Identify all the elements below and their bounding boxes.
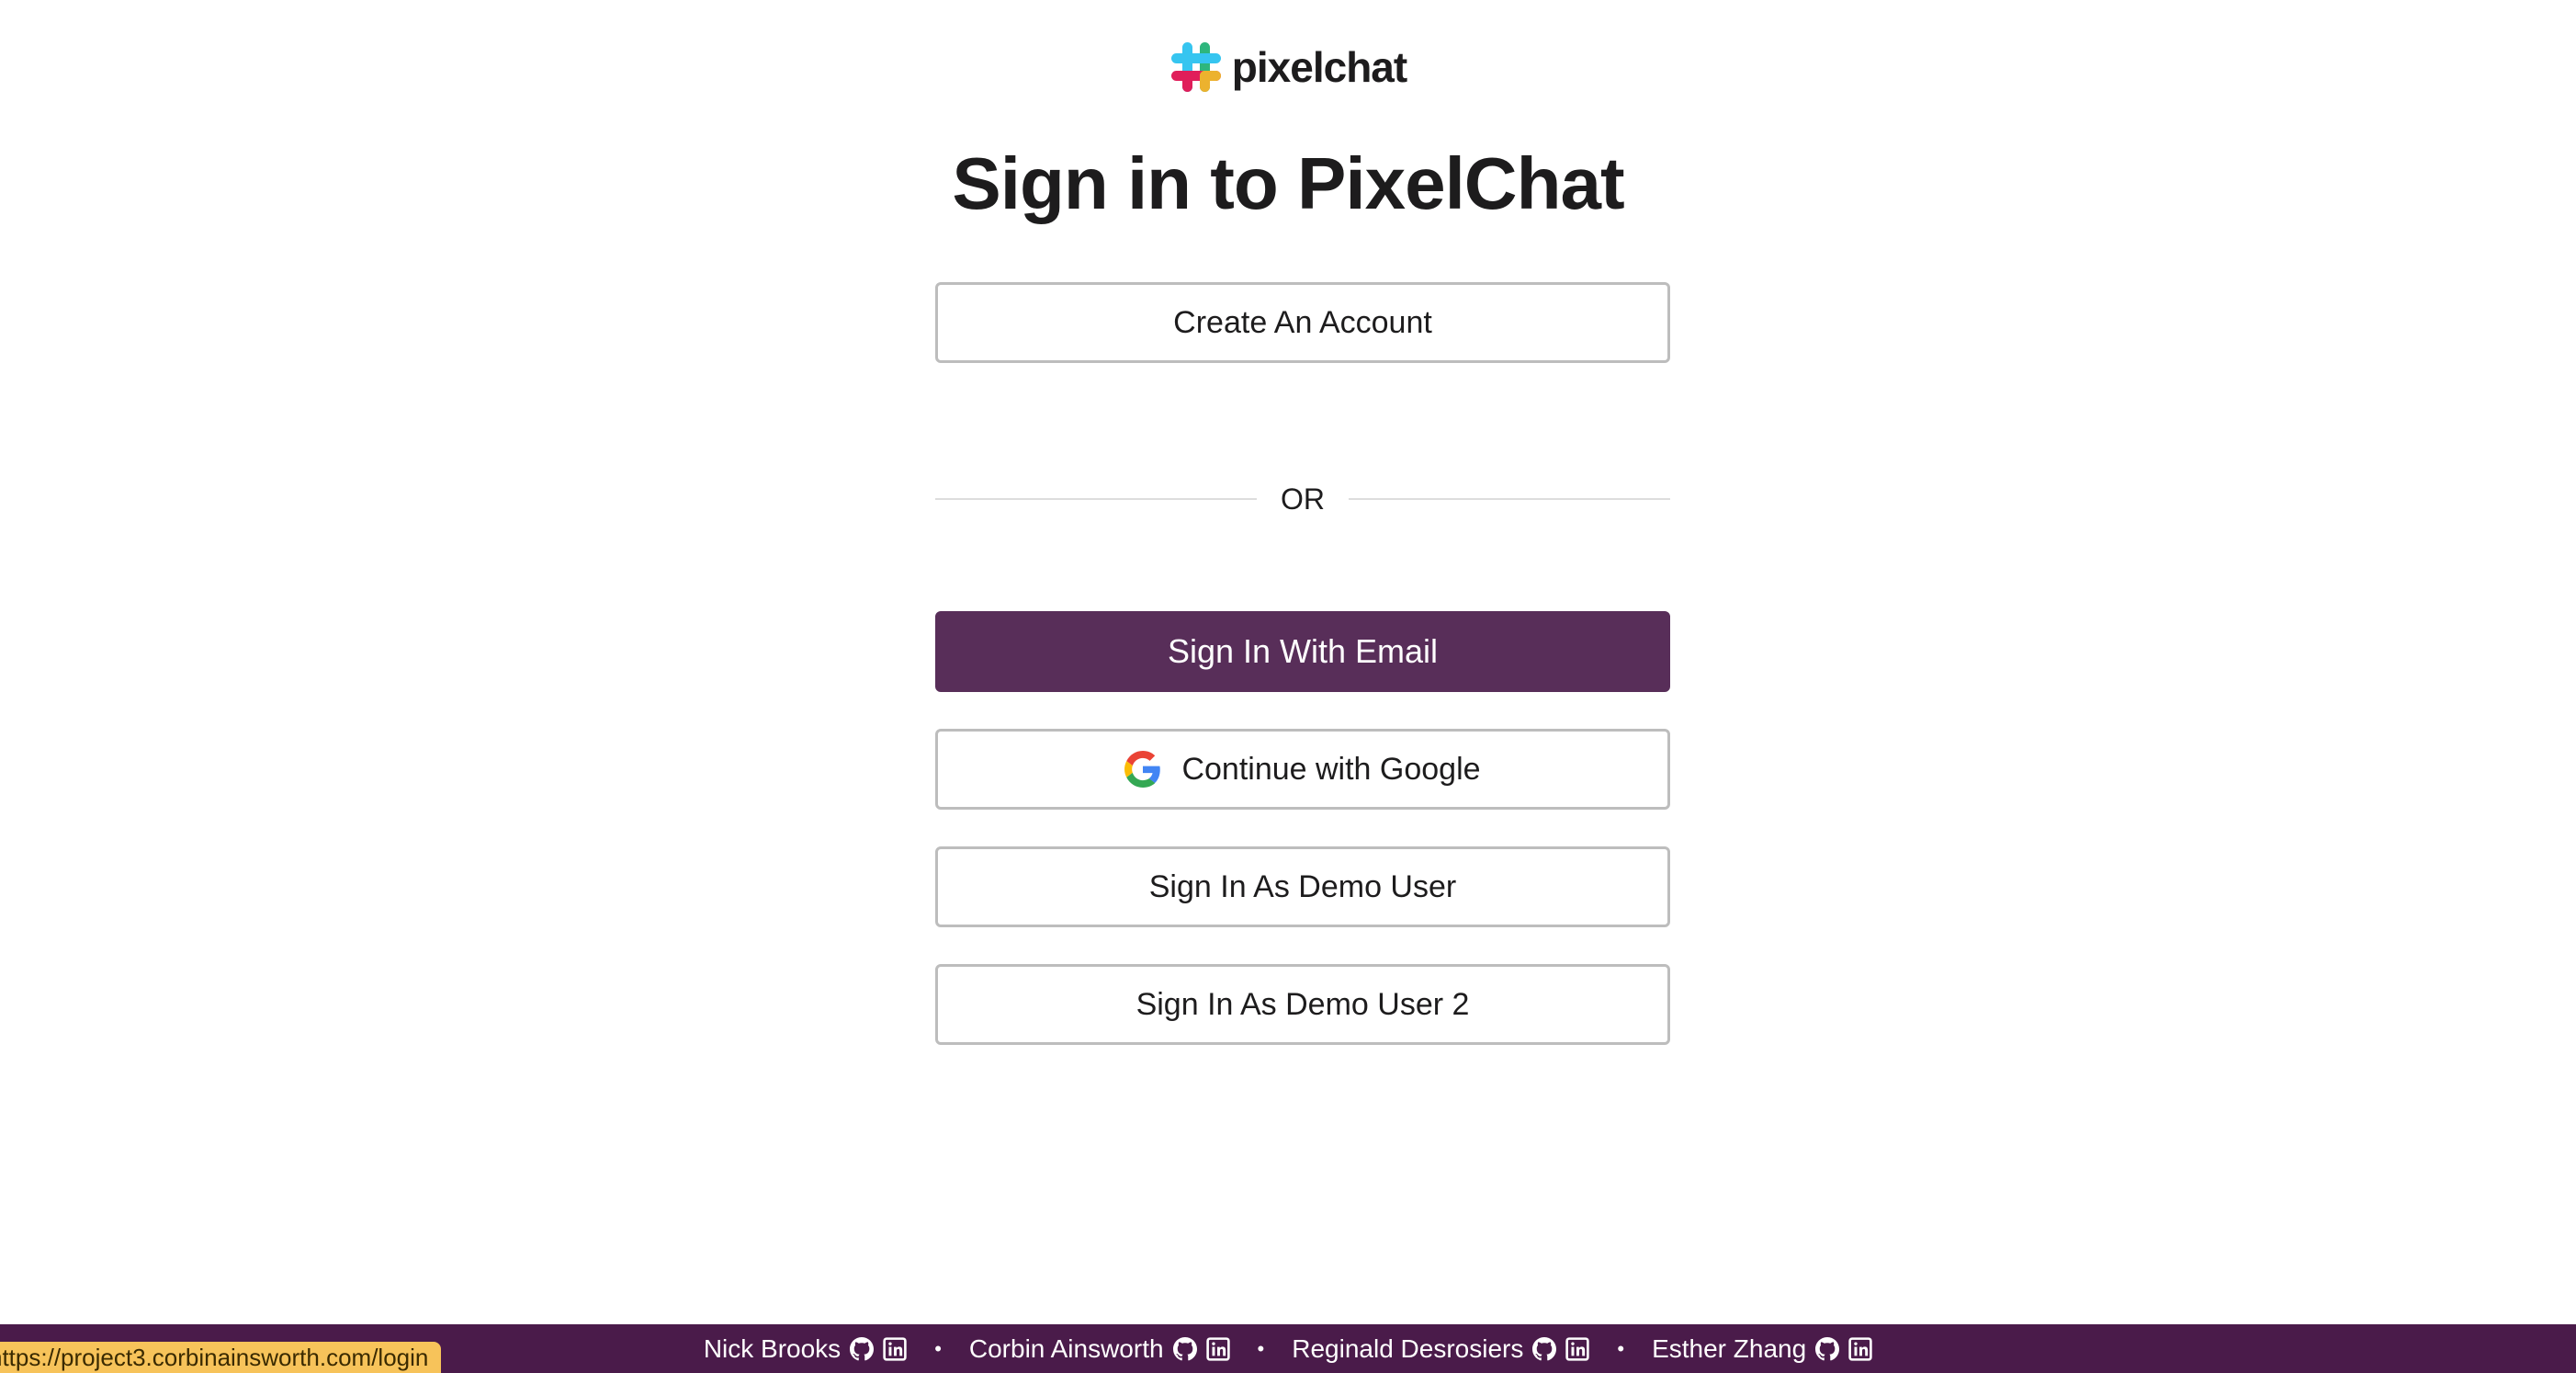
status-bar-url: https://project3.corbinainsworth.com/log… [0, 1342, 442, 1373]
footer-separator: • [1617, 1336, 1625, 1360]
create-account-label: Create An Account [1173, 304, 1432, 340]
sign-in-email-label: Sign In With Email [1167, 632, 1439, 670]
credit-name: Nick Brooks [703, 1333, 842, 1363]
credit-reginald-desrosiers: Reginald Desrosiers [1292, 1333, 1590, 1364]
demo-user-2-label: Sign In As Demo User 2 [1135, 986, 1470, 1022]
divider-text: OR [1281, 482, 1325, 516]
status-url-text: https://project3.corbinainsworth.com/log… [0, 1343, 429, 1371]
sign-in-email-button[interactable]: Sign In With Email [935, 611, 1670, 692]
footer-separator: • [1257, 1336, 1265, 1360]
github-icon[interactable] [1532, 1336, 1557, 1361]
or-divider: OR [935, 474, 1670, 524]
linkedin-icon[interactable] [1565, 1336, 1590, 1361]
credit-name: Corbin Ainsworth [968, 1333, 1164, 1363]
credit-esther-zhang: Esther Zhang [1652, 1334, 1872, 1364]
brand-name: pixelchat [1231, 43, 1407, 91]
footer-separator: • [934, 1336, 942, 1360]
login-page: pixelchat Sign in to PixelChat Create An… [0, 0, 2576, 1373]
google-icon [1124, 751, 1161, 788]
google-sign-in-button[interactable]: Continue with Google [935, 729, 1670, 810]
create-account-button[interactable]: Create An Account [935, 282, 1670, 363]
divider-line-left [935, 498, 1257, 500]
github-icon[interactable] [1815, 1336, 1840, 1361]
divider-line-right [1349, 498, 1670, 500]
github-icon[interactable] [1172, 1336, 1197, 1361]
github-icon[interactable] [850, 1336, 875, 1361]
demo-user-2-button[interactable]: Sign In As Demo User 2 [935, 964, 1670, 1045]
demo-user-button[interactable]: Sign In As Demo User [935, 846, 1670, 927]
credit-name: Reginald Desrosiers [1292, 1333, 1524, 1363]
credit-name: Esther Zhang [1652, 1333, 1807, 1363]
linkedin-icon[interactable] [1205, 1336, 1230, 1361]
google-label: Continue with Google [1181, 751, 1481, 787]
credit-nick-brooks: Nick Brooks [704, 1334, 907, 1364]
demo-user-label: Sign In As Demo User [1148, 868, 1457, 904]
credit-corbin-ainsworth: Corbin Ainsworth [969, 1334, 1230, 1364]
page-title: Sign in to PixelChat [952, 142, 1624, 224]
linkedin-icon[interactable] [883, 1336, 907, 1361]
brand-logo[interactable]: pixelchat [0, 40, 2576, 94]
hash-logo-icon [1170, 42, 1221, 92]
linkedin-icon[interactable] [1848, 1336, 1872, 1361]
